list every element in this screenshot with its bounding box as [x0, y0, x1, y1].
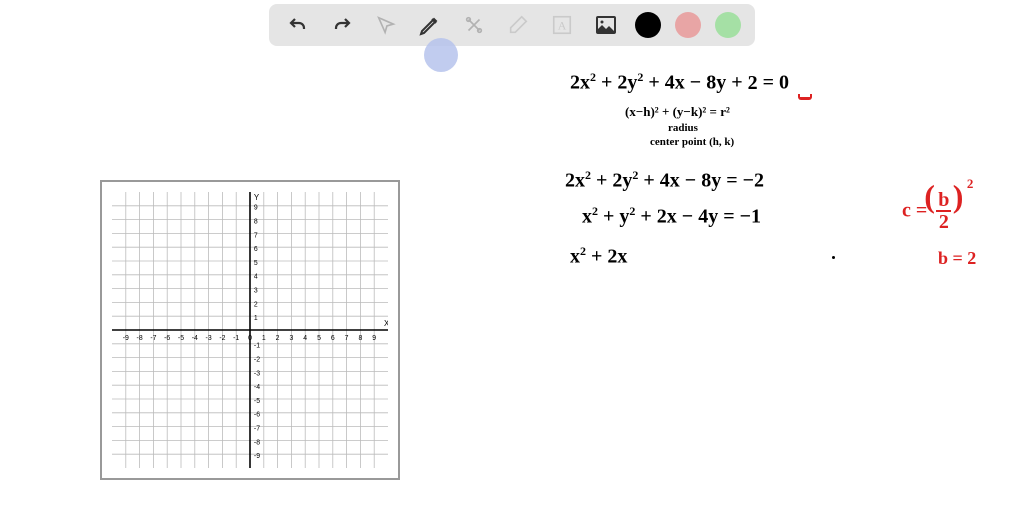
svg-text:1: 1	[262, 335, 266, 342]
center-point-label: center point (h, k)	[650, 136, 734, 148]
eraser-tool-button[interactable]	[503, 10, 533, 40]
pen-tool-button[interactable]	[415, 10, 445, 40]
svg-text:9: 9	[254, 205, 258, 212]
svg-text:A: A	[558, 19, 567, 33]
svg-text:-3: -3	[254, 370, 260, 377]
stray-dot	[832, 256, 835, 259]
svg-text:-3: -3	[206, 335, 212, 342]
svg-text:6: 6	[331, 335, 335, 342]
coordinate-grid-svg: X Y -9-8-7-6-5-4-3-2-10123456789 9876543…	[112, 192, 388, 468]
svg-text:8: 8	[358, 335, 362, 342]
svg-text:9: 9	[372, 335, 376, 342]
svg-text:-4: -4	[192, 335, 198, 342]
svg-text:Y: Y	[254, 193, 260, 202]
cursor-highlight-dot	[424, 38, 458, 72]
c-formula-denominator: 2	[936, 212, 951, 232]
color-swatch-red[interactable]	[675, 12, 701, 38]
svg-text:-8: -8	[137, 335, 143, 342]
svg-text:-6: -6	[164, 335, 170, 342]
red-underline-constant	[798, 94, 812, 100]
drawing-toolbar: A	[269, 4, 755, 46]
svg-text:4: 4	[254, 274, 258, 281]
image-tool-button[interactable]	[591, 10, 621, 40]
undo-button[interactable]	[283, 10, 313, 40]
svg-text:-1: -1	[254, 343, 260, 350]
svg-text:7: 7	[254, 232, 258, 239]
svg-text:5: 5	[317, 335, 321, 342]
svg-text:0: 0	[248, 335, 252, 342]
equation-line1: 2x2 + 2y2 + 4x − 8y + 2 = 0	[570, 70, 789, 95]
svg-text:5: 5	[254, 260, 258, 267]
c-formula-numerator: b	[936, 190, 951, 212]
circle-standard-form: (x−h)² + (y−k)² = r²	[625, 104, 730, 120]
equation-line2: 2x2 + 2y2 + 4x − 8y = −2	[565, 168, 764, 193]
svg-text:-5: -5	[254, 398, 260, 405]
svg-text:-2: -2	[219, 335, 225, 342]
svg-text:-1: -1	[233, 335, 239, 342]
redo-button[interactable]	[327, 10, 357, 40]
svg-text:4: 4	[303, 335, 307, 342]
color-swatch-black[interactable]	[635, 12, 661, 38]
radius-label: radius	[668, 122, 698, 134]
equation-line3: x2 + y2 + 2x − 4y = −1	[582, 204, 761, 229]
text-tool-button[interactable]: A	[547, 10, 577, 40]
tools-button[interactable]	[459, 10, 489, 40]
c-formula-exponent: 2	[967, 176, 974, 192]
pointer-tool-button[interactable]	[371, 10, 401, 40]
b-value: b = 2	[938, 248, 976, 269]
svg-text:-4: -4	[254, 384, 260, 391]
svg-text:-9: -9	[123, 335, 129, 342]
svg-text:8: 8	[254, 219, 258, 226]
svg-text:3: 3	[254, 288, 258, 295]
svg-text:7: 7	[345, 335, 349, 342]
svg-text:-5: -5	[178, 335, 184, 342]
svg-text:3: 3	[289, 335, 293, 342]
svg-text:6: 6	[254, 246, 258, 253]
svg-text:2: 2	[276, 335, 280, 342]
svg-text:-2: -2	[254, 357, 260, 364]
svg-text:X: X	[384, 319, 388, 328]
svg-text:-7: -7	[254, 426, 260, 433]
c-formula: c = ( b 2 ) 2	[902, 190, 955, 234]
svg-text:1: 1	[254, 315, 258, 322]
svg-text:2: 2	[254, 301, 258, 308]
svg-text:-9: -9	[254, 453, 260, 460]
svg-text:-6: -6	[254, 412, 260, 419]
equation-line4: x2 + 2x	[570, 244, 627, 269]
coordinate-grid: X Y -9-8-7-6-5-4-3-2-10123456789 9876543…	[112, 192, 388, 468]
color-swatch-green[interactable]	[715, 12, 741, 38]
svg-text:-7: -7	[150, 335, 156, 342]
coordinate-grid-frame: X Y -9-8-7-6-5-4-3-2-10123456789 9876543…	[100, 180, 400, 480]
svg-text:-8: -8	[254, 439, 260, 446]
